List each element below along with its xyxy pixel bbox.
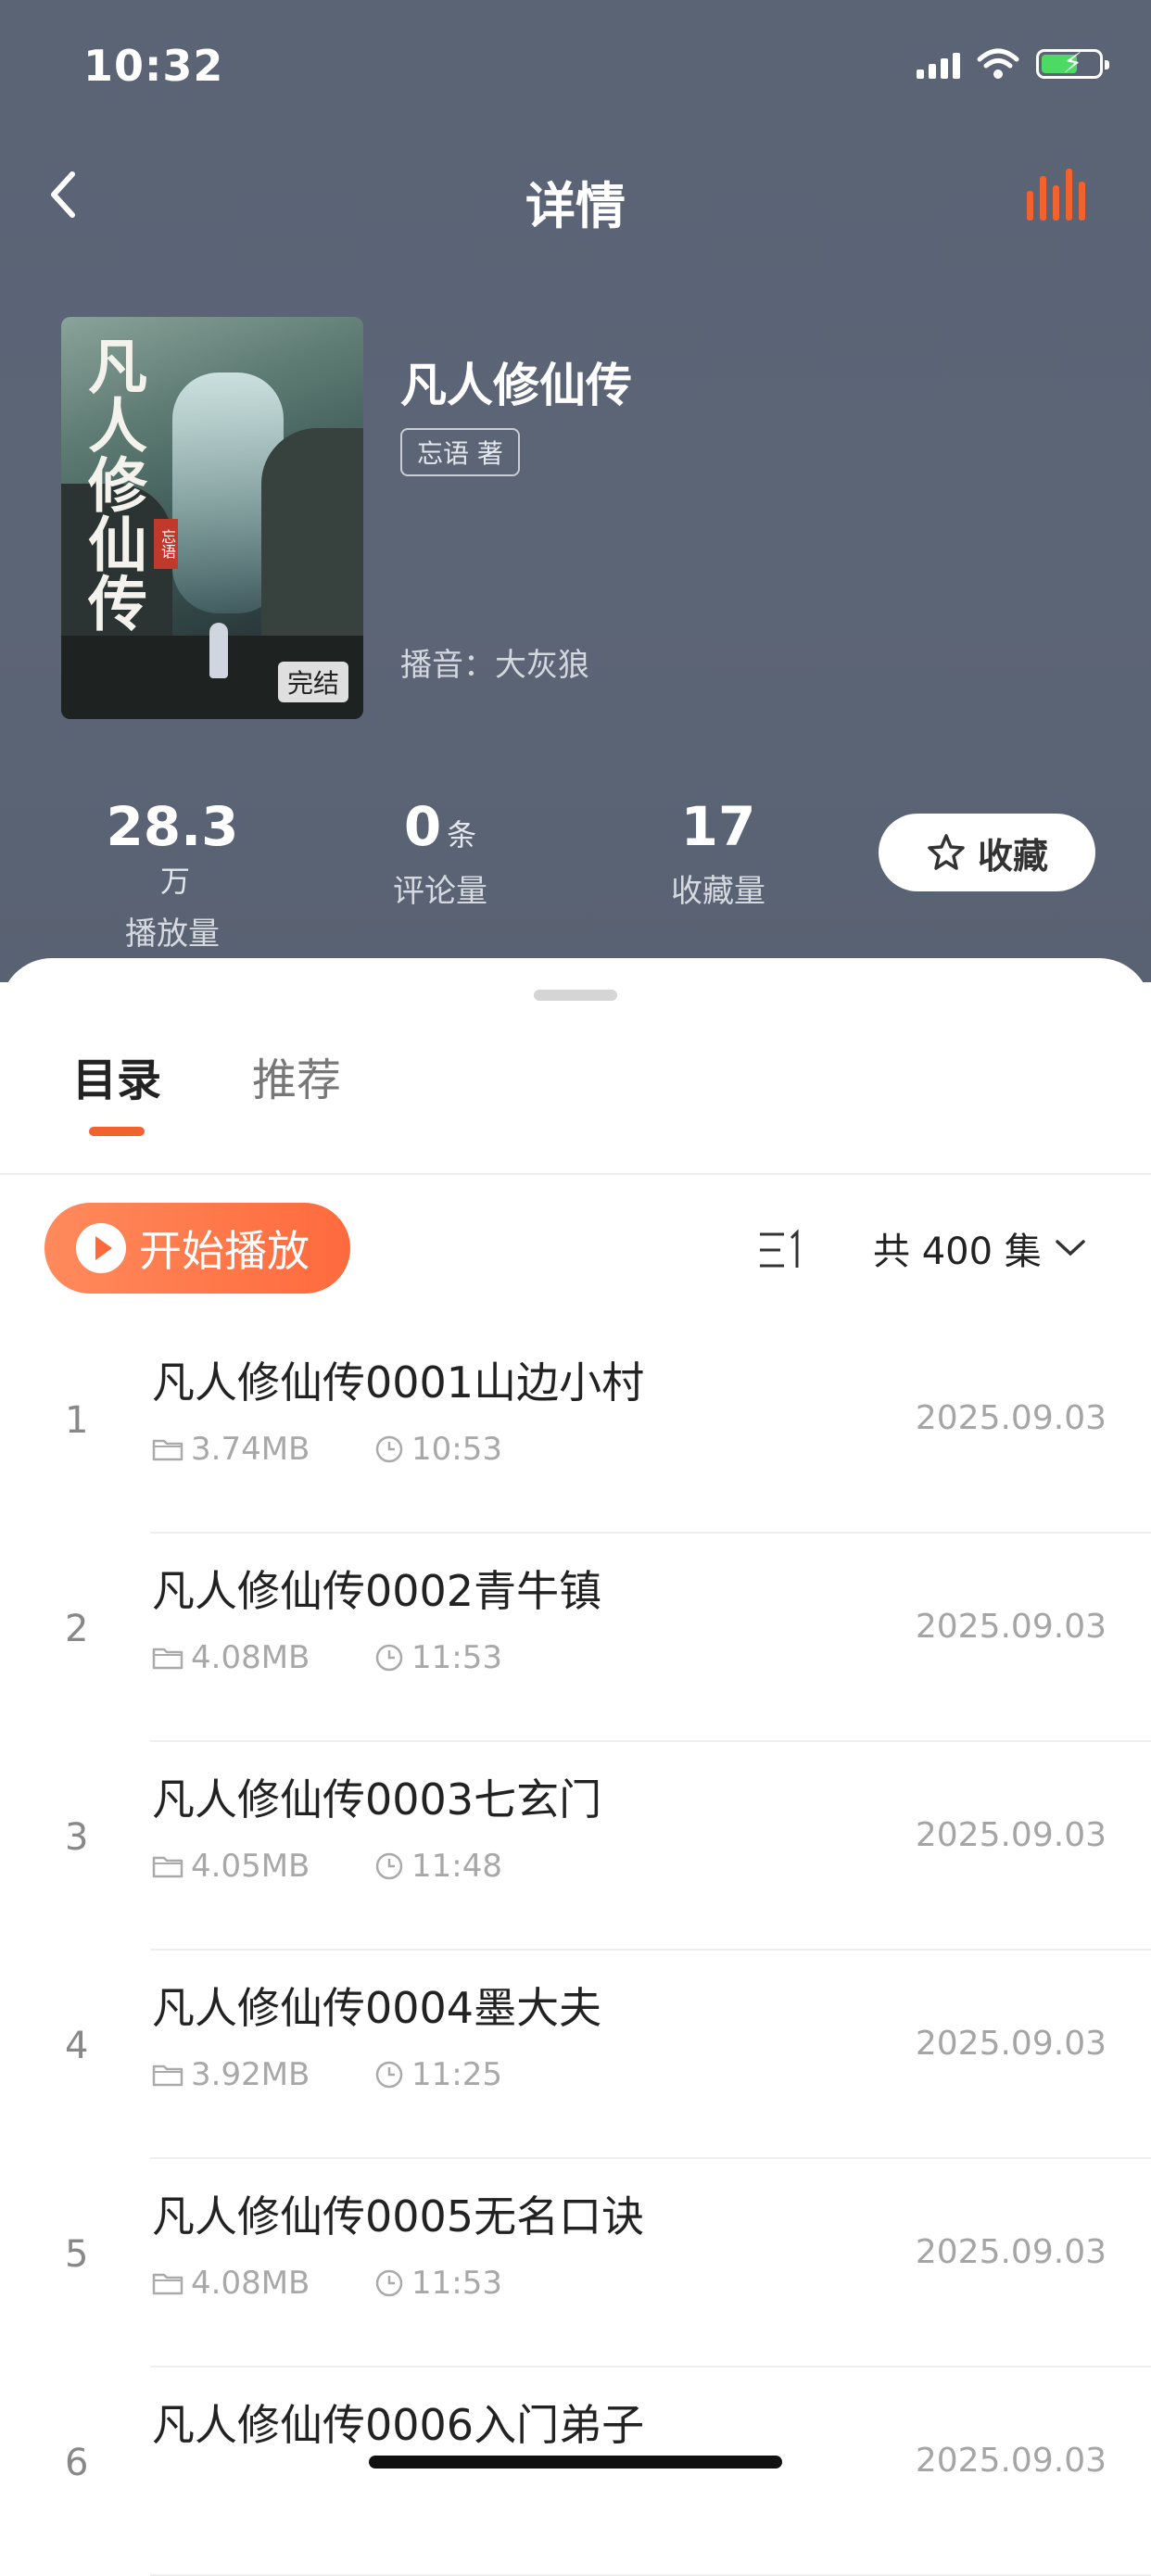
stat-comments: 0条 评论量 [371,795,510,911]
episode-duration: 11:48 [411,1848,502,1885]
page-title: 详情 [525,177,626,235]
episode-date: 2025.09.03 [915,1608,1107,1646]
episode-title: 凡人修仙传0006入门弟子 [152,2400,645,2450]
home-indicator [369,2456,782,2469]
comments-unit: 条 [447,817,477,852]
episode-meta: 4.08MB 11:53 [152,1639,502,1676]
cover-calligraphy: 凡人修仙传 [78,335,147,632]
folder-icon [152,1436,183,1462]
play-icon [76,1223,126,1273]
episode-meta: 4.08MB 11:53 [152,2265,502,2302]
episode-title: 凡人修仙传0002青牛镇 [152,1566,602,1616]
episode-duration: 10:53 [411,1431,502,1468]
episode-count-dropdown[interactable]: 共 400 集 [873,1221,1086,1275]
equalizer-icon[interactable] [1025,163,1090,222]
episode-row[interactable]: 3 凡人修仙传0003七玄门 4.05MB 11:48 2025.09.03 [0,1742,1151,1951]
battery-icon: ⚡ [1036,49,1109,79]
cellular-signal-icon [917,49,960,79]
chevron-down-icon [1056,1240,1085,1256]
sort-order-icon[interactable] [756,1227,808,1273]
episode-index: 2 [65,1608,89,1650]
divider [0,1173,1151,1175]
episode-size: 4.08MB [191,1639,310,1676]
episode-date: 2025.09.03 [915,1399,1107,1437]
episode-size: 3.92MB [191,2056,310,2093]
episode-row[interactable]: 6 凡人修仙传0006入门弟子 2025.09.03 [0,2368,1151,2576]
episode-row[interactable]: 5 凡人修仙传0005无名口诀 4.08MB 11:53 2025.09.03 [0,2159,1151,2368]
episode-index: 1 [65,1399,89,1442]
clock-icon [374,1434,404,1464]
book-cover[interactable]: 凡人修仙传 忘语 完结 [61,317,363,719]
episode-title: 凡人修仙传0001山边小村 [152,1357,645,1408]
plays-unit: 万 [159,864,190,899]
clock-icon [374,2060,404,2090]
folder-icon [152,1645,183,1671]
wifi-icon [977,48,1019,79]
tab-indicator [89,1127,145,1136]
narrator-label: 播音：大灰狼 [400,647,589,684]
start-play-button[interactable]: 开始播放 [44,1203,350,1294]
episode-count: 共 400 集 [873,1231,1042,1273]
episode-meta: 3.92MB 11:25 [152,2056,502,2093]
stat-plays: 28.3 万 播放量 [89,795,256,953]
favorites-label: 收藏量 [671,873,765,910]
episode-size: 4.05MB [191,1848,310,1885]
stat-favorites: 17 收藏量 [649,795,788,911]
episode-row[interactable]: 1 凡人修仙传0001山边小村 3.74MB 10:53 2025.09.03 [0,1325,1151,1534]
cover-seal: 忘语 [154,519,178,569]
episode-date: 2025.09.03 [915,2025,1107,2063]
episode-index: 6 [65,2442,89,2484]
status-icons: ⚡ [917,48,1109,80]
episode-date: 2025.09.03 [915,2442,1107,2480]
favorite-button-label: 收藏 [977,835,1048,877]
clock-icon [374,2268,404,2298]
book-title: 凡人修仙传 [400,359,632,412]
episode-date: 2025.09.03 [915,1816,1107,1854]
clock-icon [374,1643,404,1673]
folder-icon [152,2270,183,2296]
episode-title: 凡人修仙传0005无名口诀 [152,2191,645,2241]
status-time: 10:32 [83,41,224,91]
episode-duration: 11:53 [411,1639,502,1676]
plays-label: 播放量 [125,915,220,953]
episode-size: 3.74MB [191,1431,310,1468]
episode-index: 3 [65,1816,89,1859]
episode-title: 凡人修仙传0004墨大夫 [152,1983,602,2033]
sheet-handle[interactable] [534,990,617,1001]
episode-duration: 11:25 [411,2056,502,2093]
episode-index: 5 [65,2233,89,2276]
episode-meta: 3.74MB 10:53 [152,1431,502,1468]
favorite-button[interactable]: 收藏 [879,814,1095,891]
episode-title: 凡人修仙传0003七玄门 [152,1774,602,1825]
episode-size: 4.08MB [191,2265,310,2302]
start-play-label: 开始播放 [139,1226,310,1276]
comments-value: 0 [403,795,442,858]
episode-index: 4 [65,2025,89,2067]
clock-icon [374,1851,404,1881]
plays-value: 28.3 [106,795,239,858]
episode-duration: 11:53 [411,2265,502,2302]
folder-icon [152,1853,183,1879]
episode-meta: 4.05MB 11:48 [152,1848,502,1885]
tab-catalog[interactable]: 目录 [72,1043,161,1108]
episode-row[interactable]: 4 凡人修仙传0004墨大夫 3.92MB 11:25 2025.09.03 [0,1951,1151,2159]
star-icon [928,834,965,870]
episode-row[interactable]: 2 凡人修仙传0002青牛镇 4.08MB 11:53 2025.09.03 [0,1534,1151,1742]
episode-date: 2025.09.03 [915,2233,1107,2271]
status-badge: 完结 [277,662,348,702]
tab-recommend[interactable]: 推荐 [252,1043,341,1108]
author-tag[interactable]: 忘语 著 [400,428,520,476]
folder-icon [152,2062,183,2088]
favorites-value: 17 [680,795,756,858]
comments-label: 评论量 [393,873,487,910]
